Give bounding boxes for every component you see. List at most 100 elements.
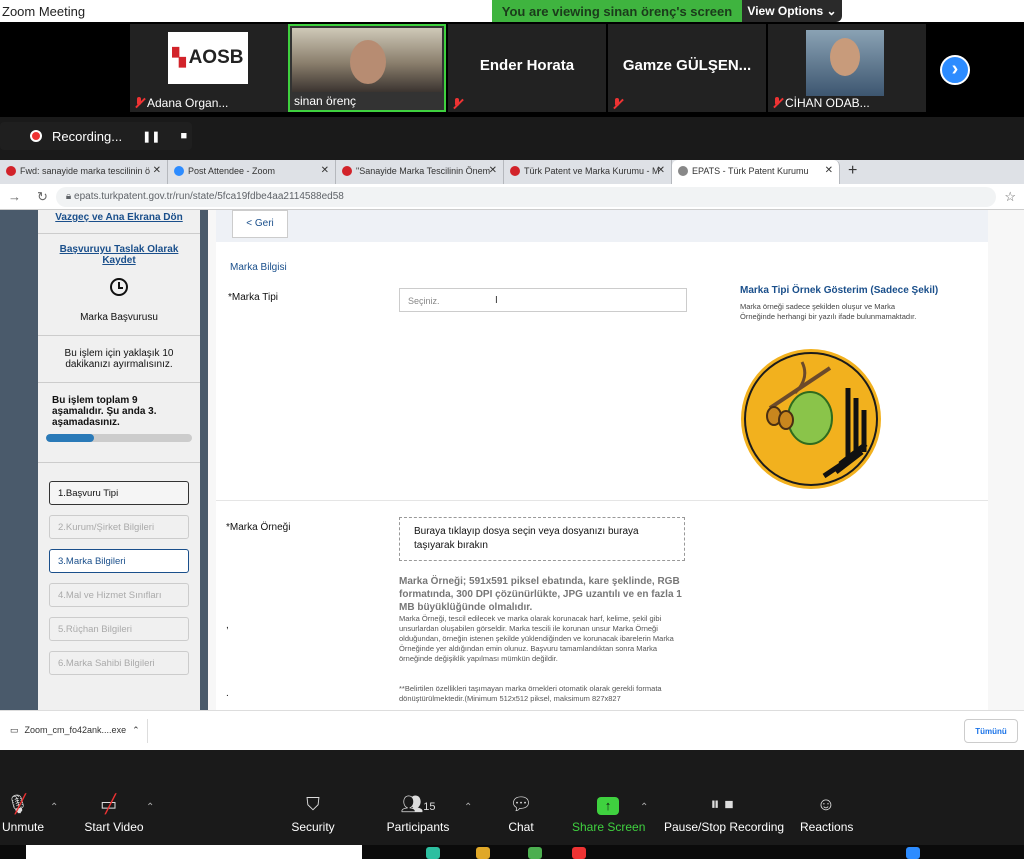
new-tab-button[interactable]: + — [840, 160, 865, 184]
folder-icon[interactable] — [476, 847, 490, 859]
zoom-icon[interactable] — [906, 847, 920, 859]
audio-options-caret[interactable]: ⌃ — [50, 802, 58, 813]
chevron-up-icon[interactable]: ⌃ — [132, 725, 140, 737]
close-tab-icon[interactable]: ✕ — [489, 165, 497, 176]
step-kurum-sirket[interactable]: 2.Kurum/Şirket Bilgileri — [49, 515, 189, 539]
clock-icon — [110, 278, 128, 296]
zoom-toolbar: 🎙︎╱ Unmute ⌃ ▭╱ Start Video ⌃ ⛉ Security 👥︎… — [0, 780, 1024, 845]
participants-strip: ▚ AOSB Adana Organ... sinan örenç Ender H… — [0, 22, 1024, 117]
participants-button[interactable]: 👥︎15 Participants — [386, 794, 450, 834]
marka-tipi-select[interactable]: Seçiniz. I — [399, 288, 687, 312]
progress-bar — [46, 434, 192, 442]
participant-tile-gamze[interactable]: Gamze GÜLŞEN... — [608, 24, 766, 112]
pause-recording-button[interactable]: ❚❚ — [142, 130, 160, 143]
browser-tab[interactable]: Türk Patent ve Marka Kurumu - M ✕ — [504, 160, 672, 184]
close-tab-icon[interactable]: ✕ — [321, 165, 329, 176]
show-all-button[interactable]: Tümünü — [964, 719, 1018, 743]
reactions-button[interactable]: ☺ Reactions — [800, 794, 853, 834]
taskbar-search[interactable] — [26, 845, 362, 859]
recording-bar: Recording... ❚❚ ■ — [0, 122, 192, 150]
url-field[interactable]: 🔒︎ epats.turkpatent.gov.tr/run/state/5fc… — [55, 186, 997, 207]
next-page-button[interactable]: › — [940, 55, 970, 85]
share-screen-button[interactable]: ↑ Share Screen — [572, 794, 645, 834]
unmute-button[interactable]: 🎙︎╱ Unmute — [0, 794, 46, 834]
emoji-icon: ☺ — [816, 794, 836, 814]
browser-tab-bar: Fwd: sanayide marka tescilinin ö ✕ Post A… — [0, 160, 1024, 184]
participants-icon: 👥︎ — [400, 794, 424, 814]
marka-tipi-label: *Marka Tipi — [228, 292, 279, 303]
security-button[interactable]: ⛉ Security — [290, 794, 336, 834]
marka-ornegi-label: *Marka Örneği — [226, 522, 291, 533]
participant-tile-adana[interactable]: ▚ AOSB Adana Organ... — [130, 24, 288, 112]
chat-button[interactable]: 💬︎ Chat — [506, 794, 536, 834]
share-screen-icon: ↑ — [572, 794, 644, 820]
participant-tile-cihan[interactable]: CİHAN ODAB... — [768, 24, 926, 112]
browser-tab[interactable]: "Sanayide Marka Tescilinin Önem ✕ — [336, 160, 504, 184]
site-icon — [342, 166, 352, 176]
taskbar-app-icon[interactable] — [426, 847, 440, 859]
video-options-caret[interactable]: ⌃ — [146, 802, 154, 813]
file-icon: ▭ — [10, 725, 19, 735]
taskbar-app-icon[interactable] — [528, 847, 542, 859]
globe-icon — [678, 166, 688, 176]
step-marka-bilgileri[interactable]: 3.Marka Bilgileri — [49, 549, 189, 573]
viewing-text: You are viewing sinan örenç's screen — [492, 0, 742, 22]
camera-feed — [292, 28, 442, 92]
forward-icon[interactable]: → — [8, 189, 21, 204]
view-options-label: View Options — [747, 4, 824, 18]
section-title: Marka Bilgisi — [230, 262, 287, 273]
recording-label: Recording... — [52, 128, 123, 144]
progress-fill — [46, 434, 95, 442]
back-button[interactable]: < Geri — [232, 210, 288, 238]
sidebar-panel: Vazgeç ve Ana Ekrana Dön Başvuruyu Tasla… — [38, 210, 200, 710]
file-dropzone[interactable]: Buraya tıklayıp dosya seçin veya dosyanı… — [399, 517, 685, 561]
participant-photo — [806, 30, 884, 96]
browser-tab[interactable]: Post Attendee - Zoom ✕ — [168, 160, 336, 184]
example-title: Marka Tipi Örnek Gösterim (Sadece Şekil) — [740, 285, 939, 296]
participant-name: CİHAN ODAB... — [785, 96, 870, 110]
viewing-banner: You are viewing sinan örenç's screen Vie… — [492, 0, 842, 22]
step-mal-hizmet[interactable]: 4.Mal ve Hizmet Sınıfları — [49, 583, 189, 607]
start-video-button[interactable]: ▭╱ Start Video — [84, 794, 144, 834]
participants-count: 15 — [423, 801, 436, 813]
requirements-text: Marka Örneği; 591x591 piksel ebatında, k… — [399, 576, 682, 613]
participants-options-caret[interactable]: ⌃ — [464, 802, 472, 813]
share-options-caret[interactable]: ⌃ — [640, 802, 648, 813]
mic-muted-icon — [612, 98, 622, 110]
reload-icon[interactable]: ↻ — [37, 189, 48, 205]
view-options-button[interactable]: View Options ⌄ — [742, 0, 842, 22]
participant-tile-sinan[interactable]: sinan örenç — [288, 24, 446, 112]
stop-recording-button[interactable]: ■ — [181, 130, 188, 142]
address-bar: → ↻ 🔒︎ epats.turkpatent.gov.tr/run/state… — [0, 184, 1024, 210]
gmail-icon — [6, 166, 16, 176]
chevron-right-icon: › — [951, 58, 959, 80]
lock-icon: 🔒︎ — [65, 190, 75, 202]
example-description: Marka örneği sadece şekilden oluşur ve M… — [740, 302, 917, 321]
close-tab-icon[interactable]: ✕ — [153, 165, 161, 176]
participant-tile-ender[interactable]: Ender Horata — [448, 24, 606, 112]
save-draft-link[interactable]: Başvuruyu Taslak Olarak Kaydet — [46, 244, 192, 266]
zoom-icon — [174, 166, 184, 176]
chrome-icon[interactable] — [572, 847, 586, 859]
auto-convert-note: **Belirtilen özellikleri taşımayan marka… — [399, 684, 662, 703]
close-tab-icon[interactable]: ✕ — [657, 165, 665, 176]
download-item[interactable]: ▭ Zoom_cm_fo42ank....exe ⌃ — [0, 719, 148, 743]
chat-icon: 💬︎ — [509, 794, 533, 814]
participant-name: sinan örenç — [294, 94, 357, 108]
cancel-home-link[interactable]: Vazgeç ve Ana Ekrana Dön — [46, 212, 192, 223]
step-note: Bu işlem toplam 9 aşamalıdır. Şu anda 3.… — [52, 395, 157, 428]
participant-name: Adana Organ... — [147, 96, 229, 110]
browser-tab[interactable]: Fwd: sanayide marka tescilinin ö ✕ — [0, 160, 168, 184]
step-marka-sahibi[interactable]: 6.Marka Sahibi Bilgileri — [49, 651, 189, 675]
app-title: Marka Başvurusu — [80, 312, 158, 323]
bookmark-star-icon[interactable]: ☆ — [1004, 189, 1016, 205]
example-logo-image — [741, 349, 881, 489]
main-content: < Geri Marka Bilgisi *Marka Tipi Seçiniz… — [216, 210, 988, 710]
close-tab-icon[interactable]: ✕ — [825, 165, 833, 176]
bullet-mark: , — [226, 620, 229, 631]
browser-tab-active[interactable]: EPATS - Türk Patent Kurumu ✕ — [672, 160, 840, 184]
pause-stop-recording-button[interactable]: ⏸︎ ⏹︎ Pause/Stop Recording — [664, 794, 784, 834]
participant-name: Ender Horata — [479, 57, 575, 74]
step-basvuru-tipi[interactable]: 1.Başvuru Tipi — [49, 481, 189, 505]
step-ruchan[interactable]: 5.Rüçhan Bilgileri — [49, 617, 189, 641]
